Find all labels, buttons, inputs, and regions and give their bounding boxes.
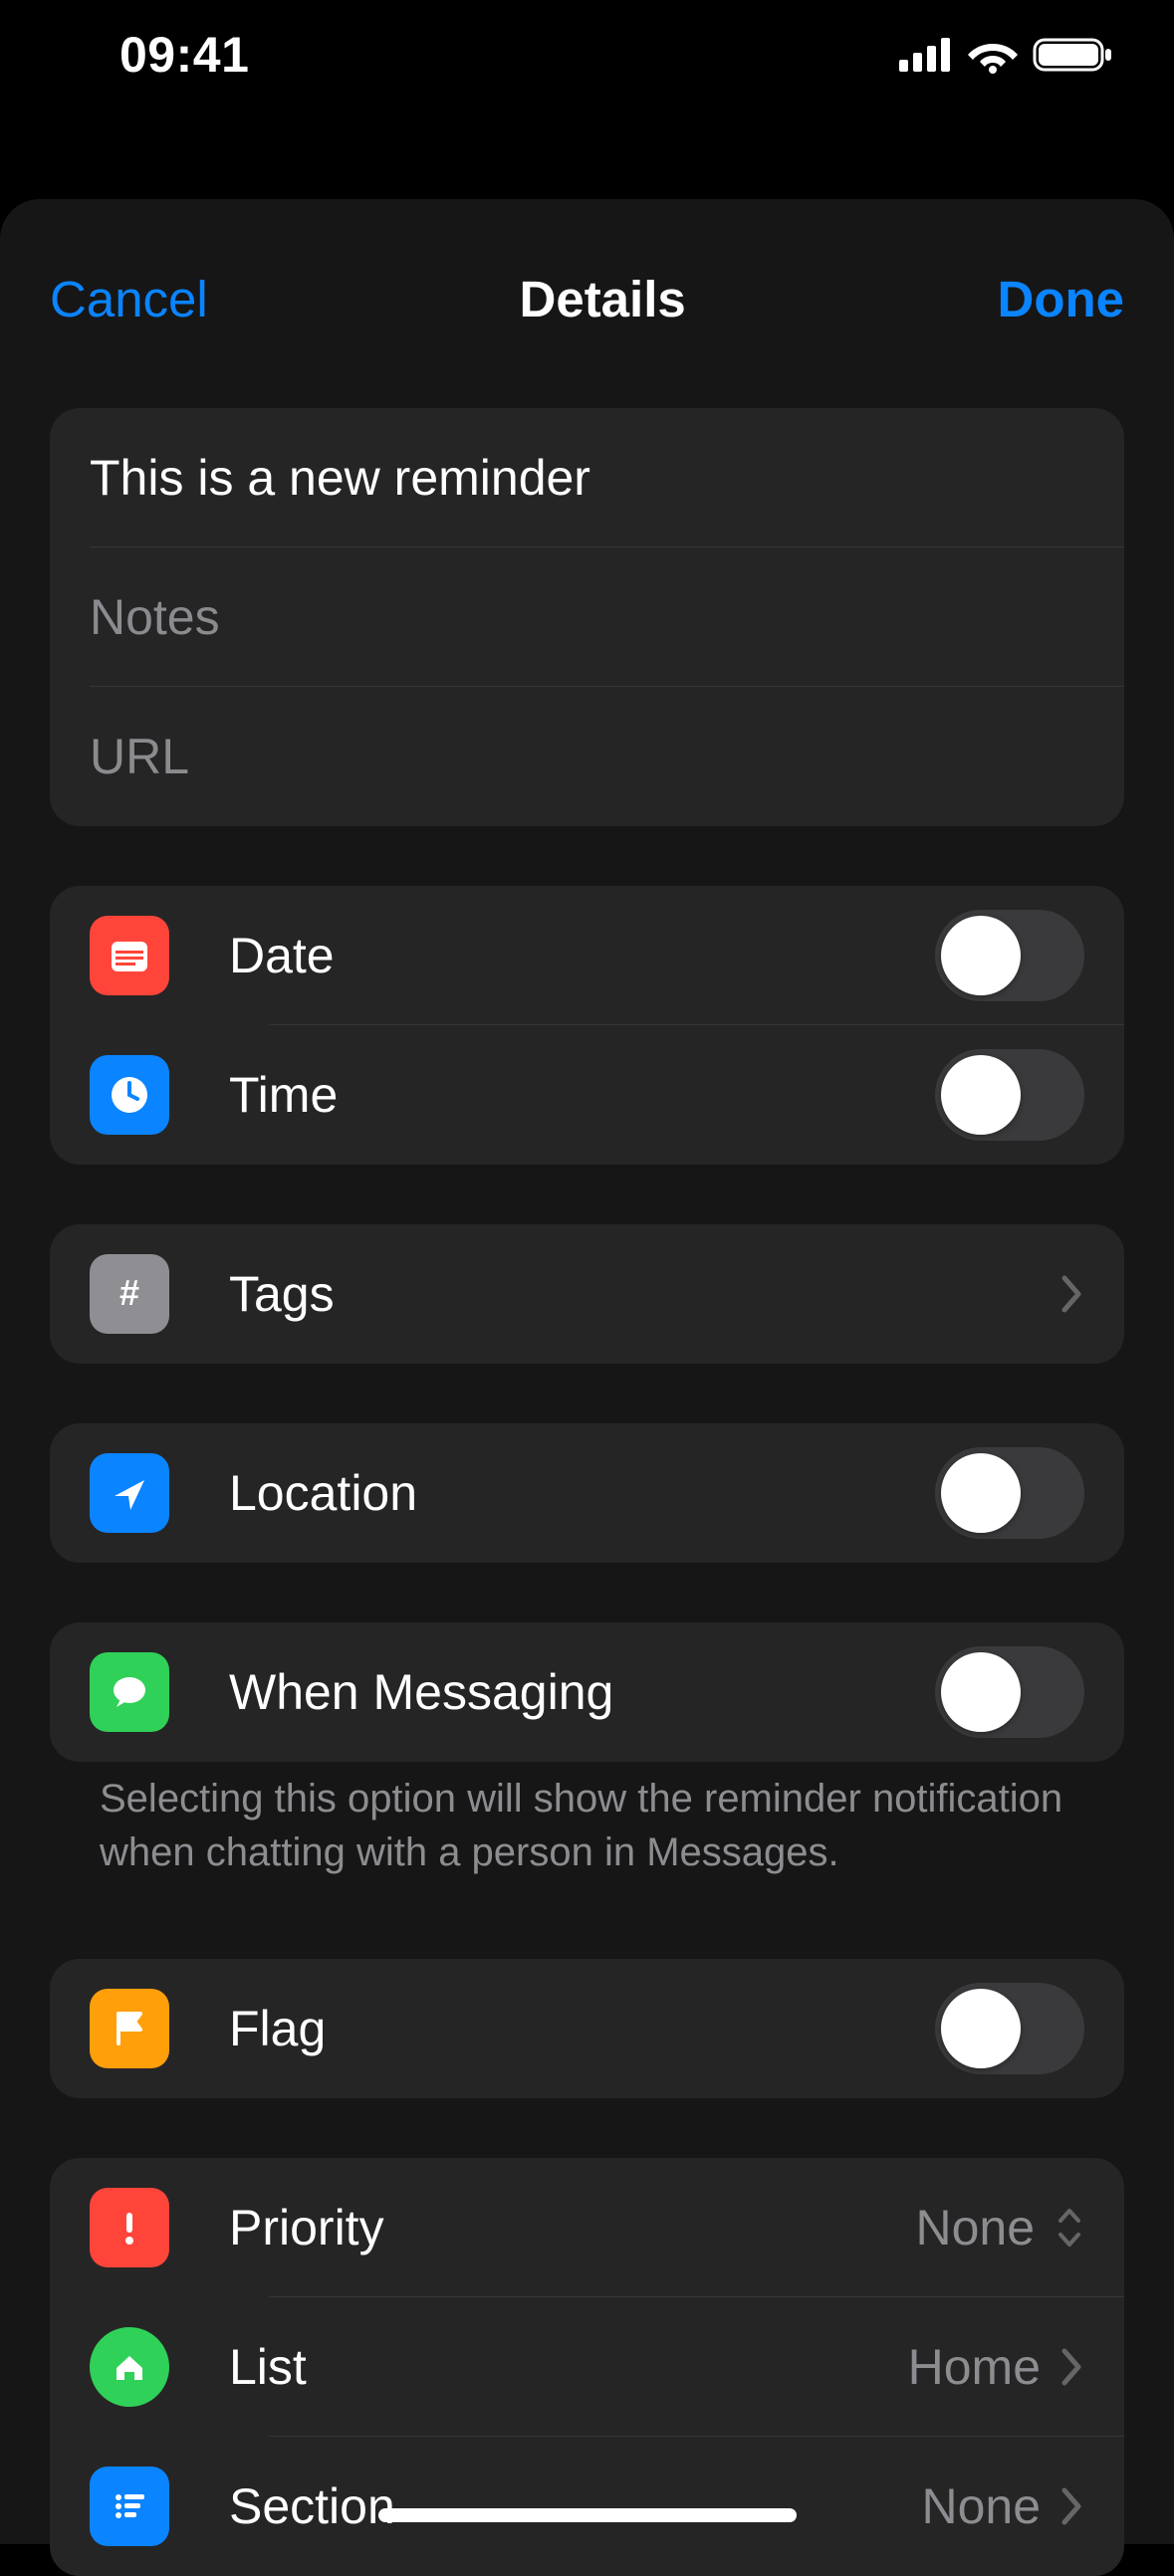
notes-input[interactable] — [90, 588, 1084, 646]
time-row[interactable]: Time — [50, 1025, 1124, 1165]
battery-icon — [1033, 36, 1114, 74]
section-value: None — [921, 2477, 1041, 2535]
content-scroll[interactable]: Date Time # Tags — [0, 338, 1174, 2576]
text-fields-group — [50, 408, 1124, 826]
url-row[interactable] — [50, 687, 1124, 826]
messaging-label: When Messaging — [229, 1663, 935, 1721]
date-label: Date — [229, 927, 935, 984]
chevron-right-icon — [1060, 2347, 1084, 2387]
cellular-icon — [899, 38, 953, 72]
location-row[interactable]: Location — [50, 1423, 1124, 1563]
chevron-right-icon — [1060, 1274, 1084, 1314]
calendar-icon — [90, 916, 169, 995]
location-group: Location — [50, 1423, 1124, 1563]
wifi-icon — [967, 36, 1019, 74]
cancel-button[interactable]: Cancel — [50, 270, 208, 328]
flag-toggle[interactable] — [935, 1983, 1084, 2074]
notes-row[interactable] — [50, 547, 1124, 687]
nav-title: Details — [520, 270, 686, 328]
done-button[interactable]: Done — [997, 270, 1124, 328]
nav-bar: Cancel Details Done — [0, 259, 1174, 338]
exclamation-icon — [90, 2188, 169, 2267]
priority-row[interactable]: Priority None — [50, 2158, 1124, 2297]
priority-value: None — [915, 2199, 1035, 2256]
flag-group: Flag — [50, 1959, 1124, 2098]
home-indicator[interactable] — [378, 2508, 797, 2522]
home-icon — [90, 2327, 169, 2407]
clock-icon — [90, 1055, 169, 1135]
messaging-group: When Messaging — [50, 1622, 1124, 1762]
url-input[interactable] — [90, 728, 1084, 785]
status-bar: 09:41 — [0, 0, 1174, 109]
messaging-row[interactable]: When Messaging — [50, 1622, 1124, 1762]
section-label: Section — [229, 2477, 921, 2535]
hash-icon: # — [90, 1254, 169, 1334]
list-value: Home — [908, 2338, 1041, 2396]
message-icon — [90, 1652, 169, 1732]
status-icons — [899, 36, 1114, 74]
section-row[interactable]: Section None — [50, 2437, 1124, 2576]
time-toggle[interactable] — [935, 1049, 1084, 1141]
chevron-right-icon — [1060, 2486, 1084, 2526]
status-time: 09:41 — [119, 26, 249, 84]
tags-group: # Tags — [50, 1224, 1124, 1364]
tags-label: Tags — [229, 1265, 1060, 1323]
time-label: Time — [229, 1066, 935, 1124]
updown-icon — [1055, 2207, 1084, 2249]
priority-label: Priority — [229, 2199, 915, 2256]
flag-label: Flag — [229, 2000, 935, 2057]
messaging-footnote: Selecting this option will show the remi… — [50, 1772, 1124, 1879]
date-row[interactable]: Date — [50, 886, 1124, 1025]
location-toggle[interactable] — [935, 1447, 1084, 1539]
tags-row[interactable]: # Tags — [50, 1224, 1124, 1364]
list-row[interactable]: List Home — [50, 2297, 1124, 2437]
list-bullet-icon — [90, 2467, 169, 2546]
list-label: List — [229, 2338, 908, 2396]
location-arrow-icon — [90, 1453, 169, 1533]
title-row[interactable] — [50, 408, 1124, 547]
datetime-group: Date Time — [50, 886, 1124, 1165]
messaging-toggle[interactable] — [935, 1646, 1084, 1738]
details-sheet: Cancel Details Done Date — [0, 199, 1174, 2544]
title-input[interactable] — [90, 449, 1084, 507]
flag-icon — [90, 1989, 169, 2068]
flag-row[interactable]: Flag — [50, 1959, 1124, 2098]
svg-text:#: # — [119, 1272, 139, 1313]
date-toggle[interactable] — [935, 910, 1084, 1001]
location-label: Location — [229, 1464, 935, 1522]
